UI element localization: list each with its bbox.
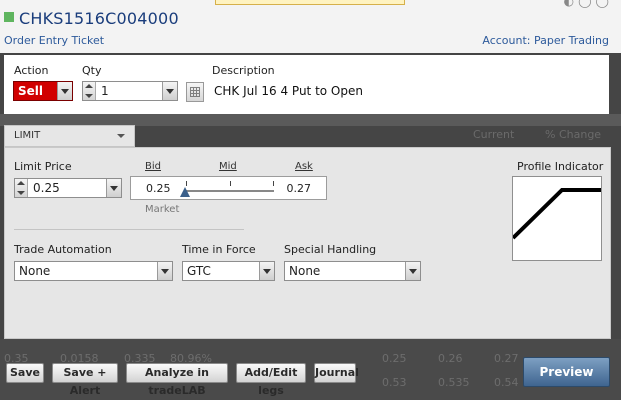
chevron-down-icon[interactable] [157, 262, 172, 280]
bg-cell: 0.54 [494, 376, 519, 389]
chevron-down-icon[interactable] [259, 262, 274, 280]
analyze-tradelab-button[interactable]: Analyze in tradeLAB [126, 363, 228, 397]
bg-cell: 0.53 [382, 376, 407, 389]
special-handling-label: Special Handling [284, 243, 377, 256]
special-handling-value: None [289, 264, 321, 278]
calendar-button[interactable] [186, 82, 204, 102]
slider-tick [273, 181, 274, 186]
slider-handle[interactable] [180, 187, 190, 197]
window-icons[interactable]: ◐◯◯ [564, 0, 613, 8]
limit-price-stepper[interactable]: 0.25 [14, 178, 122, 198]
alert-tab [215, 0, 405, 5]
spinner-icon[interactable] [15, 179, 28, 197]
preview-button[interactable]: Preview [523, 357, 610, 387]
journal-button[interactable]: Journal [314, 363, 359, 383]
spinner-icon[interactable] [83, 82, 96, 100]
bg-cell: 0.535 [438, 376, 470, 389]
chevron-down-icon[interactable] [57, 82, 72, 100]
bg-cell: 0.25 [382, 352, 407, 365]
qty-label: Qty [82, 64, 102, 77]
bg-cell: 0.26 [438, 352, 463, 365]
symbol-title: CHKS1516C004000 [19, 9, 179, 28]
save-button[interactable]: Save [6, 363, 44, 383]
profile-curve-icon [511, 188, 601, 240]
action-select[interactable]: Sell [13, 81, 73, 101]
slider-tick [230, 181, 231, 186]
bid-value: 0.25 [146, 182, 171, 195]
qty-stepper[interactable]: 1 [82, 81, 178, 101]
market-label[interactable]: Market [145, 204, 179, 215]
ask-label[interactable]: Ask [295, 161, 313, 172]
order-row: Action Sell Qty 1 Description CHK Jul 16… [4, 55, 609, 114]
time-in-force-value: GTC [187, 264, 211, 278]
account-label[interactable]: Account: Paper Trading [482, 34, 609, 47]
trade-automation-label: Trade Automation [14, 243, 112, 256]
bid-label[interactable]: Bid [145, 161, 161, 172]
trade-automation-select[interactable]: None [14, 261, 173, 281]
save-alert-button[interactable]: Save + Alert [52, 363, 118, 397]
qty-value: 1 [101, 84, 109, 98]
time-in-force-label: Time in Force [182, 243, 256, 256]
price-slider[interactable]: 0.25 0.27 [130, 176, 327, 200]
bg-header-change: % Change [545, 128, 602, 141]
chevron-down-icon[interactable] [162, 82, 177, 100]
description-value: CHK Jul 16 4 Put to Open [214, 84, 363, 98]
symbol-status-icon [4, 12, 14, 22]
chevron-down-icon[interactable] [106, 179, 121, 197]
limit-price-value: 0.25 [33, 181, 60, 195]
chevron-down-icon[interactable] [405, 262, 420, 280]
chevron-down-icon [117, 134, 125, 138]
time-in-force-select[interactable]: GTC [182, 261, 275, 281]
profile-indicator-label: Profile Indicator [517, 160, 604, 173]
ticket-title: Order Entry Ticket [4, 34, 105, 47]
section-divider [14, 229, 244, 230]
trade-automation-value: None [19, 264, 51, 278]
add-edit-legs-button[interactable]: Add/Edit legs [236, 363, 306, 397]
profile-indicator-chart [511, 176, 602, 261]
slider-tick [186, 181, 187, 186]
description-label: Description [212, 64, 275, 77]
ask-value: 0.27 [286, 182, 312, 195]
calendar-icon [190, 87, 200, 97]
special-handling-select[interactable]: None [284, 261, 421, 281]
bg-header-current: Current [473, 128, 515, 141]
action-label: Action [14, 64, 49, 77]
mid-label[interactable]: Mid [219, 161, 237, 172]
order-type-tab[interactable]: LIMIT [4, 125, 135, 147]
limit-price-label: Limit Price [14, 160, 72, 173]
slider-track [186, 190, 274, 192]
action-value: Sell [18, 84, 44, 98]
order-type-label: LIMIT [14, 130, 41, 141]
bg-cell: 0.27 [494, 352, 519, 365]
